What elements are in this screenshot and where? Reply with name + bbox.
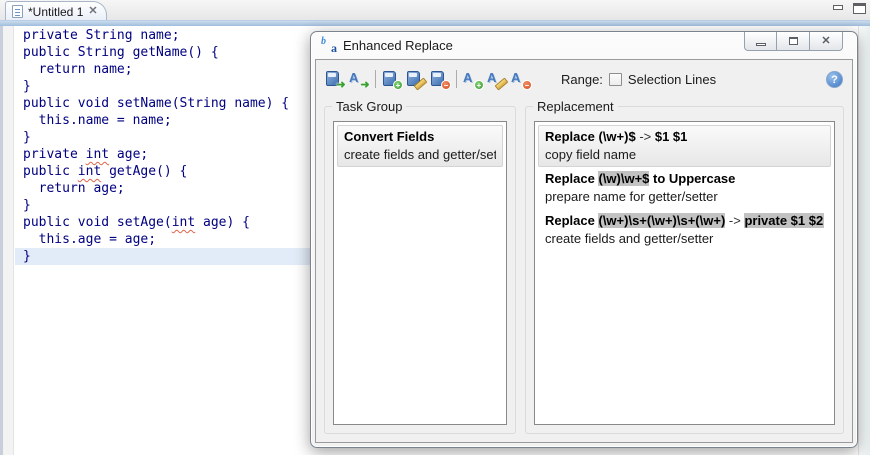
replacement-label: Replacement	[533, 99, 618, 114]
replacement-list[interactable]: Replace (\w+)$ -> $1 $1 copy field name Re…	[534, 121, 835, 425]
task-group-item[interactable]: Convert Fields create fields and getter/s…	[337, 125, 503, 167]
replacement-box: Replacement Replace (\w+)$ -> $1 $1 copy …	[525, 99, 844, 434]
enhanced-replace-dialog: ba Enhanced Replace ✕ ➜ A ➜ + − A + A A − Range: …	[310, 31, 858, 448]
restore-button[interactable]	[777, 32, 810, 51]
editor-tab-bar: *Untitled 1 ✕	[0, 0, 870, 21]
add-replacement-icon[interactable]: A +	[463, 70, 484, 90]
document-icon	[12, 5, 23, 18]
replacement-item-title: Replace (\w)\w+$ to Uppercase	[545, 171, 736, 186]
toolbar-separator	[375, 70, 376, 88]
replacement-item-desc: create fields and getter/setter	[545, 231, 714, 246]
dialog-content: ➜ A ➜ + − A + A A − Range: Selection Lines ? Task…	[315, 59, 853, 443]
replace-app-icon: ba	[321, 35, 337, 55]
selection-lines-label: Selection Lines	[627, 71, 717, 87]
range-label: Range:	[561, 71, 603, 87]
misspelled-word: int	[77, 164, 102, 179]
misspelled-word: int	[171, 215, 196, 230]
minimize-button[interactable]	[744, 32, 777, 51]
replacement-item-title: Replace (\w+)\s+(\w+)\s+(\w+) -> private…	[545, 212, 824, 230]
close-button[interactable]: ✕	[810, 32, 843, 51]
dialog-toolbar: ➜ A ➜ + − A + A A − Range: Selection Lines ?	[316, 60, 852, 98]
tab-title: *Untitled 1	[28, 4, 84, 19]
replacement-item[interactable]: Replace (\w)\w+$ to Uppercase prepare nam…	[538, 167, 831, 209]
misspelled-word: int	[85, 147, 110, 162]
view-maximize-icon[interactable]	[853, 3, 866, 14]
task-item-desc: create fields and getter/setter	[344, 147, 496, 162]
eclipse-window: *Untitled 1 ✕ private String name; public…	[0, 0, 870, 455]
remove-replacement-icon[interactable]: A −	[511, 70, 532, 90]
tab-close-icon[interactable]: ✕	[88, 6, 97, 17]
selection-lines-checkbox[interactable]	[608, 72, 622, 86]
toolbar-separator	[456, 70, 457, 88]
task-item-title: Convert Fields	[344, 129, 435, 144]
replacement-item-title: Replace (\w+)$ -> $1 $1	[545, 129, 688, 144]
view-minimize-icon[interactable]	[832, 3, 845, 14]
replacement-item-desc: prepare name for getter/setter	[545, 189, 718, 204]
tab-untitled-1[interactable]: *Untitled 1 ✕	[5, 1, 107, 21]
replacement-item-desc: copy field name	[545, 147, 637, 162]
edit-group-icon[interactable]	[406, 70, 426, 88]
edit-replacement-icon[interactable]: A	[487, 70, 507, 88]
run-all-icon[interactable]: A ➜	[349, 70, 370, 91]
remove-group-icon[interactable]: −	[430, 70, 451, 90]
task-group-list[interactable]: Convert Fields create fields and getter/s…	[333, 121, 507, 425]
add-group-icon[interactable]: +	[382, 70, 403, 90]
editor-gutter	[0, 26, 14, 455]
task-group-label: Task Group	[332, 99, 407, 114]
overview-ruler[interactable]	[858, 26, 870, 455]
help-icon[interactable]: ?	[826, 70, 843, 88]
dialog-title: Enhanced Replace	[343, 38, 453, 53]
replacement-item[interactable]: Replace (\w+)\s+(\w+)\s+(\w+) -> private…	[538, 209, 831, 251]
replacement-item[interactable]: Replace (\w+)$ -> $1 $1 copy field name	[538, 125, 831, 167]
task-group-box: Task Group Convert Fields create fields a…	[324, 99, 516, 434]
run-group-icon[interactable]: ➜	[325, 70, 346, 91]
